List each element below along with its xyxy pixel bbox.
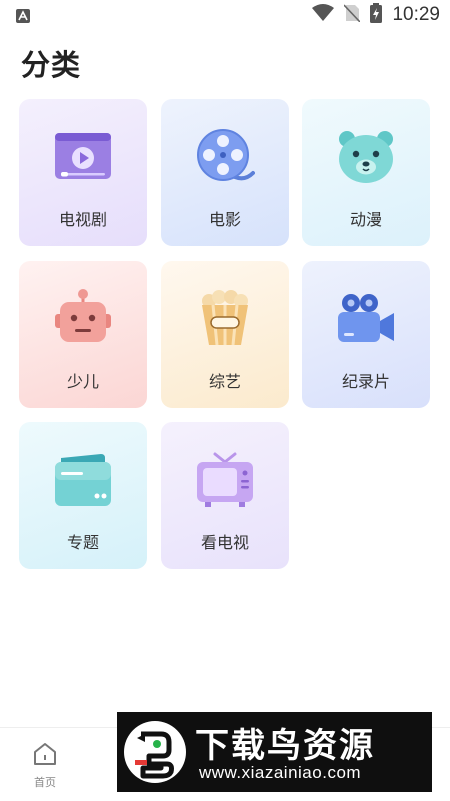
category-card-live-tv[interactable]: 看电视 — [161, 422, 289, 569]
anime-bear-icon — [336, 127, 396, 187]
watermark-title: 下载鸟资源 — [195, 726, 375, 766]
battery-charging-icon — [370, 3, 383, 27]
category-card-anime[interactable]: 动漫 — [302, 99, 430, 246]
status-bar: 10:29 — [0, 0, 450, 30]
popcorn-icon — [195, 289, 255, 349]
category-label: 综艺 — [208, 372, 241, 391]
category-card-kids[interactable]: 少儿 — [19, 261, 147, 408]
bird-logo-icon — [123, 720, 187, 784]
category-label: 专题 — [66, 533, 99, 552]
category-label: 纪录片 — [341, 372, 390, 391]
category-card-variety[interactable]: 综艺 — [161, 261, 289, 408]
category-label: 动漫 — [349, 210, 382, 229]
retro-tv-icon — [195, 450, 255, 510]
category-card-topics[interactable]: 专题 — [19, 422, 147, 569]
folder-card-icon — [53, 450, 113, 510]
robot-icon — [53, 289, 113, 349]
watermark-banner: 下载鸟资源 www.xiazainiao.com — [117, 712, 432, 792]
home-icon — [31, 743, 59, 772]
category-label: 电影 — [208, 210, 241, 229]
category-card-tv-series[interactable]: 电视剧 — [19, 99, 147, 246]
category-card-documentary[interactable]: 纪录片 — [302, 261, 430, 408]
nav-home-label: 首页 — [34, 776, 56, 789]
category-label: 电视剧 — [58, 210, 107, 229]
tv-series-icon — [53, 127, 113, 187]
video-camera-icon — [336, 289, 396, 349]
no-sim-icon — [343, 4, 362, 26]
page-title: 分类 — [21, 48, 82, 82]
nav-home-tab[interactable]: 首页 — [22, 740, 68, 790]
category-label: 看电视 — [200, 533, 249, 552]
category-card-movie[interactable]: 电影 — [161, 99, 289, 246]
film-reel-icon — [195, 127, 255, 187]
category-label: 少儿 — [66, 372, 99, 391]
watermark-url: www.xiazainiao.com — [199, 763, 362, 782]
clock-time: 10:29 — [392, 4, 440, 25]
app-notification-icon — [16, 8, 30, 27]
wifi-icon — [312, 4, 335, 26]
